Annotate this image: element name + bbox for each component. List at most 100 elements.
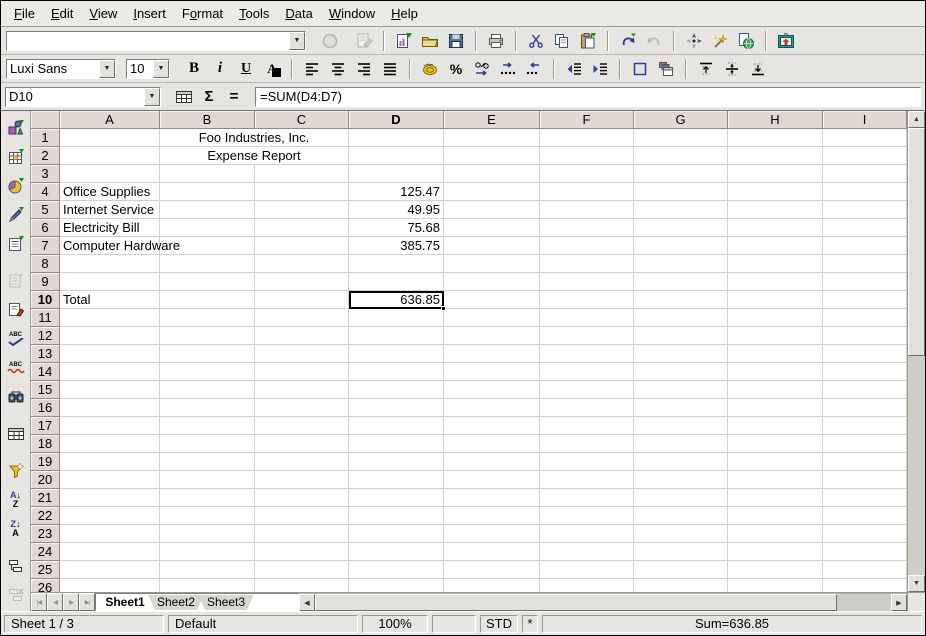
cell-E26[interactable] xyxy=(444,579,540,592)
cell-A5[interactable]: Internet Service xyxy=(60,201,160,219)
vertical-scroll-thumb[interactable] xyxy=(908,128,925,356)
cell-A6[interactable]: Electricity Bill xyxy=(60,219,160,237)
underline-button[interactable]: U xyxy=(234,57,258,81)
cell-B14[interactable] xyxy=(160,363,255,381)
url-combo-box[interactable]: ▼ xyxy=(6,31,306,51)
cell-I6[interactable] xyxy=(823,219,907,237)
font-size-input[interactable] xyxy=(127,60,153,78)
scroll-right-button[interactable]: ▶ xyxy=(891,594,907,611)
cell-E18[interactable] xyxy=(444,435,540,453)
cell-D5[interactable]: 49.95 xyxy=(349,201,444,219)
formula-input-line[interactable] xyxy=(255,87,921,107)
cell-I19[interactable] xyxy=(823,453,907,471)
cell-C22[interactable] xyxy=(255,507,349,525)
cell-I24[interactable] xyxy=(823,543,907,561)
cell-H25[interactable] xyxy=(728,561,823,579)
cell-E16[interactable] xyxy=(444,399,540,417)
cell-I10[interactable] xyxy=(823,291,907,309)
cell-D15[interactable] xyxy=(349,381,444,399)
row-header-2[interactable]: 2 xyxy=(31,147,60,165)
cell-B16[interactable] xyxy=(160,399,255,417)
cell-F13[interactable] xyxy=(540,345,634,363)
cell-A26[interactable] xyxy=(60,579,160,592)
cell-D19[interactable] xyxy=(349,453,444,471)
cell-H11[interactable] xyxy=(728,309,823,327)
cell-G6[interactable] xyxy=(634,219,728,237)
align-center-button[interactable] xyxy=(326,57,350,81)
cell-F3[interactable] xyxy=(540,165,634,183)
cell-I23[interactable] xyxy=(823,525,907,543)
cell-reference-input[interactable] xyxy=(6,88,144,106)
cell-E9[interactable] xyxy=(444,273,540,291)
menu-format[interactable]: Format xyxy=(174,3,231,24)
cell-I5[interactable] xyxy=(823,201,907,219)
sheet-tab-sheet1[interactable]: Sheet1 xyxy=(96,594,154,610)
menu-view[interactable]: View xyxy=(81,3,125,24)
cell-B3[interactable] xyxy=(160,165,255,183)
open-document-button[interactable] xyxy=(418,29,442,53)
cell-D21[interactable] xyxy=(349,489,444,507)
cell-E6[interactable] xyxy=(444,219,540,237)
cell-E19[interactable] xyxy=(444,453,540,471)
formula-input[interactable] xyxy=(256,88,920,106)
group-button[interactable] xyxy=(4,554,28,578)
cell-C5[interactable] xyxy=(255,201,349,219)
vertical-scrollbar[interactable]: ▲ ▼ xyxy=(907,111,925,592)
cell-G15[interactable] xyxy=(634,381,728,399)
row-header-11[interactable]: 11 xyxy=(31,309,60,327)
cell-C3[interactable] xyxy=(255,165,349,183)
cell-A8[interactable] xyxy=(60,255,160,273)
cell-C8[interactable] xyxy=(255,255,349,273)
cell-A2[interactable] xyxy=(60,147,160,165)
scroll-down-button[interactable]: ▼ xyxy=(908,575,925,592)
number-format-standard-button[interactable] xyxy=(470,57,494,81)
cell-F17[interactable] xyxy=(540,417,634,435)
cell-B12[interactable] xyxy=(160,327,255,345)
cell-A1[interactable] xyxy=(60,129,160,147)
sheet-tab-sheet3[interactable]: Sheet3 xyxy=(198,594,254,610)
cell-D25[interactable] xyxy=(349,561,444,579)
new-document-button[interactable] xyxy=(392,29,416,53)
cell-F20[interactable] xyxy=(540,471,634,489)
cell-E11[interactable] xyxy=(444,309,540,327)
row-header-23[interactable]: 23 xyxy=(31,525,60,543)
cell-H10[interactable] xyxy=(728,291,823,309)
horizontal-scroll-track[interactable] xyxy=(837,594,891,611)
cell-I1[interactable] xyxy=(823,129,907,147)
cell-D3[interactable] xyxy=(349,165,444,183)
cell-A10[interactable]: Total xyxy=(60,291,160,309)
cell-E20[interactable] xyxy=(444,471,540,489)
cell-E12[interactable] xyxy=(444,327,540,345)
cell-A9[interactable] xyxy=(60,273,160,291)
url-dropdown-button[interactable]: ▼ xyxy=(289,32,305,50)
cell-I4[interactable] xyxy=(823,183,907,201)
menu-data[interactable]: Data xyxy=(277,3,320,24)
cell-G3[interactable] xyxy=(634,165,728,183)
row-header-3[interactable]: 3 xyxy=(31,165,60,183)
cell-I22[interactable] xyxy=(823,507,907,525)
cell-B23[interactable] xyxy=(160,525,255,543)
cell-I20[interactable] xyxy=(823,471,907,489)
cell-A21[interactable] xyxy=(60,489,160,507)
cell-E5[interactable] xyxy=(444,201,540,219)
cell-G21[interactable] xyxy=(634,489,728,507)
cell-G9[interactable] xyxy=(634,273,728,291)
cell-F14[interactable] xyxy=(540,363,634,381)
cell-D4[interactable]: 125.47 xyxy=(349,183,444,201)
name-box[interactable]: ▼ xyxy=(5,87,161,107)
cell-E4[interactable] xyxy=(444,183,540,201)
cell-D18[interactable] xyxy=(349,435,444,453)
insert-cells-button[interactable] xyxy=(4,145,28,169)
cell-F2[interactable] xyxy=(540,147,634,165)
row-header-22[interactable]: 22 xyxy=(31,507,60,525)
cell-B5[interactable] xyxy=(160,201,255,219)
cell-G14[interactable] xyxy=(634,363,728,381)
cell-H22[interactable] xyxy=(728,507,823,525)
cell-F5[interactable] xyxy=(540,201,634,219)
cell-A20[interactable] xyxy=(60,471,160,489)
cell-E2[interactable] xyxy=(444,147,540,165)
insert-field-button[interactable] xyxy=(4,269,28,293)
cell-C16[interactable] xyxy=(255,399,349,417)
draw-functions-button[interactable] xyxy=(4,203,28,227)
menu-window[interactable]: Window xyxy=(321,3,383,24)
